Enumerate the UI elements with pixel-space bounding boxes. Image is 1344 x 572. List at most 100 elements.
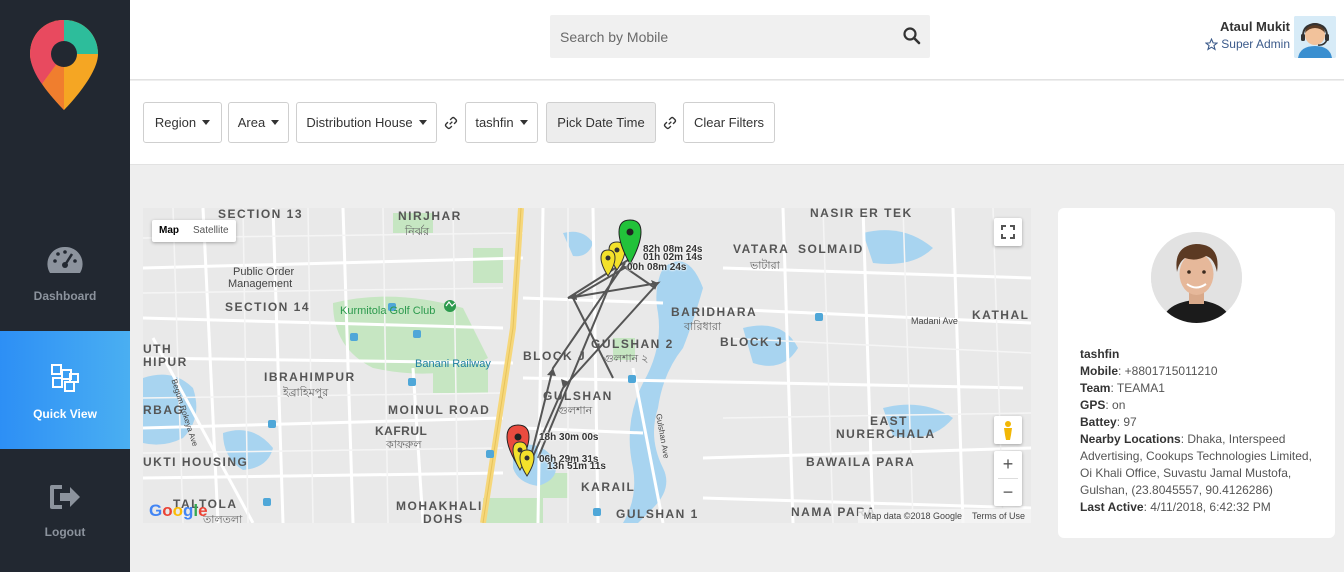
map-label-vatara: VATARA: [733, 242, 790, 256]
street-view-pegman-icon[interactable]: [994, 416, 1022, 444]
zoom-control: + −: [994, 451, 1022, 506]
search-icon[interactable]: [902, 26, 922, 46]
marker-label: 00h 08m 24s: [627, 262, 687, 273]
map-label-block-j: BLOCK J: [523, 349, 587, 363]
location-pin-logo: [30, 20, 98, 110]
map-label-block-j2: BLOCK J: [720, 335, 784, 349]
sidebar-item-dashboard[interactable]: Dashboard: [0, 213, 130, 331]
map-type-satellite-button[interactable]: Satellite: [186, 220, 236, 242]
user-info: tashfin Mobile: +8801715011210 Team: TEA…: [1080, 346, 1325, 516]
fullscreen-icon[interactable]: [994, 218, 1022, 246]
map-label-nasir: NASIR ER TEK: [810, 208, 913, 220]
map-label-section14: SECTION 14: [225, 300, 311, 314]
map-label-solmaid: SOLMAID: [798, 242, 864, 256]
distribution-house-dropdown[interactable]: Distribution House: [296, 102, 437, 143]
profile-mobile-row: Mobile: +8801715011210: [1080, 364, 1218, 378]
map-label-moinul: MOINUL ROAD: [388, 403, 491, 417]
google-logo: Google: [149, 501, 208, 520]
user-role: Super Admin: [1205, 37, 1290, 51]
battery-label: Battey: [1080, 415, 1117, 429]
nearby-label: Nearby Locations: [1080, 432, 1181, 446]
map-label-east: EAST: [870, 414, 909, 428]
terms-of-use-link[interactable]: Terms of Use: [972, 511, 1025, 523]
mobile-label: Mobile: [1080, 364, 1118, 378]
star-icon: [1205, 37, 1219, 51]
user-profile-card: tashfin Mobile: +8801715011210 Team: TEA…: [1058, 208, 1335, 538]
marker-label: 13h 51m 11s: [547, 461, 606, 472]
sidebar-item-label: Logout: [44, 525, 86, 539]
area-dropdown-label: Area: [237, 115, 266, 130]
pick-date-time-button[interactable]: Pick Date Time: [546, 102, 656, 143]
cubes-icon: [45, 359, 85, 399]
sidebar-item-label: Dashboard: [33, 289, 97, 303]
map-view[interactable]: SECTION 13 NIRJHAR নির্ঝর NASIR ER TEK V…: [143, 208, 1031, 523]
map-label-bawaila: BAWAILA PARA: [806, 455, 916, 469]
caret-down-icon: [519, 120, 528, 125]
map-label-baridhara: BARIDHARA: [671, 305, 758, 319]
team-value: TEAMA1: [1116, 381, 1165, 395]
map-data-text: Map data ©2018 Google: [863, 511, 962, 521]
speedometer-icon: [45, 241, 85, 281]
map-label-gulshan-bn: গুলশান: [558, 405, 593, 417]
user-role-label: Super Admin: [1221, 37, 1290, 51]
zoom-out-button[interactable]: −: [994, 479, 1022, 506]
map-label-nurerchala: NURERCHALA: [836, 427, 936, 441]
sign-out-icon: [45, 477, 85, 517]
top-header: Ataul Mukit Super Admin: [130, 0, 1344, 80]
sidebar-item-label: Quick View: [33, 407, 97, 421]
user-dropdown[interactable]: tashfin: [465, 102, 538, 143]
last-active-label: Last Active: [1080, 500, 1144, 514]
area-dropdown[interactable]: Area: [228, 102, 289, 143]
profile-nearby-row: Nearby Locations: Dhaka, Interspeed Adve…: [1080, 432, 1312, 497]
search-bar: [550, 15, 930, 58]
team-label: Team: [1080, 381, 1111, 395]
map-background: [143, 208, 1031, 523]
region-dropdown-label: Region: [154, 115, 197, 130]
map-label-ibrahimpur: IBRAHIMPUR: [264, 370, 356, 384]
map-label-kathal: KATHAL: [972, 308, 1030, 322]
map-type-map-button[interactable]: Map: [152, 220, 186, 242]
map-label-nirjhar-bn: নির্ঝর: [405, 226, 430, 238]
map-type-control: Map Satellite: [152, 220, 236, 242]
sidebar-item-quick-view[interactable]: Quick View: [0, 331, 130, 449]
region-dropdown[interactable]: Region: [143, 102, 222, 143]
avatar[interactable]: [1294, 16, 1336, 58]
caret-down-icon: [418, 120, 427, 125]
mobile-value: +8801715011210: [1124, 364, 1218, 378]
map-label-kafrul-bn: কাফরুল: [386, 439, 422, 451]
clear-filters-button[interactable]: Clear Filters: [683, 102, 775, 143]
map-label-vatara-bn: ভাটারা: [750, 260, 780, 272]
map-label-kurmitola: Kurmitola Golf Club: [340, 305, 436, 317]
map-label-baridhara-bn: বারিধারা: [684, 321, 722, 333]
sidebar: Dashboard Quick View Logout: [0, 0, 130, 572]
link-icon[interactable]: [444, 116, 458, 130]
gps-label: GPS: [1080, 398, 1106, 412]
profile-team-row: Team: TEAMA1: [1080, 381, 1165, 395]
map-label-banani-railway: Banani Railway: [415, 358, 491, 370]
map-label-uth: UTH: [143, 342, 173, 356]
caret-down-icon: [202, 120, 211, 125]
profile-last-active-row: Last Active: 4/11/2018, 6:42:32 PM: [1080, 500, 1271, 514]
map-label-dohs: DOHS: [423, 512, 464, 523]
map-label-karail: KARAIL: [581, 480, 636, 494]
link-icon[interactable]: [663, 116, 677, 130]
profile-gps-row: GPS: on: [1080, 398, 1126, 412]
filter-bar: Region Area Distribution House tashfin P…: [130, 81, 1344, 165]
user-name[interactable]: Ataul Mukit: [1220, 19, 1290, 34]
map-label-ibrahimpur-bn: ইব্রাহিমপুর: [283, 387, 329, 399]
profile-name: tashfin: [1080, 347, 1120, 361]
user-dropdown-label: tashfin: [475, 115, 514, 130]
battery-value: 97: [1123, 415, 1137, 429]
zoom-in-button[interactable]: +: [994, 451, 1022, 478]
caret-down-icon: [271, 120, 280, 125]
sidebar-item-logout[interactable]: Logout: [0, 449, 130, 567]
search-input[interactable]: [550, 15, 890, 58]
map-label-public-order: Public Order: [233, 266, 295, 278]
profile-battery-row: Battey: 97: [1080, 415, 1137, 429]
map-label-madani: Madani Ave: [911, 316, 958, 326]
marker-label: 18h 30m 00s: [539, 432, 599, 443]
last-active-value: 4/11/2018, 6:42:32 PM: [1150, 500, 1271, 514]
map-label-mohakhali: MOHAKHALI: [396, 499, 483, 513]
map-label-ukti: UKTI HOUSING: [143, 455, 249, 469]
map-attribution: Map data ©2018 Google Terms of Use: [857, 509, 1031, 523]
